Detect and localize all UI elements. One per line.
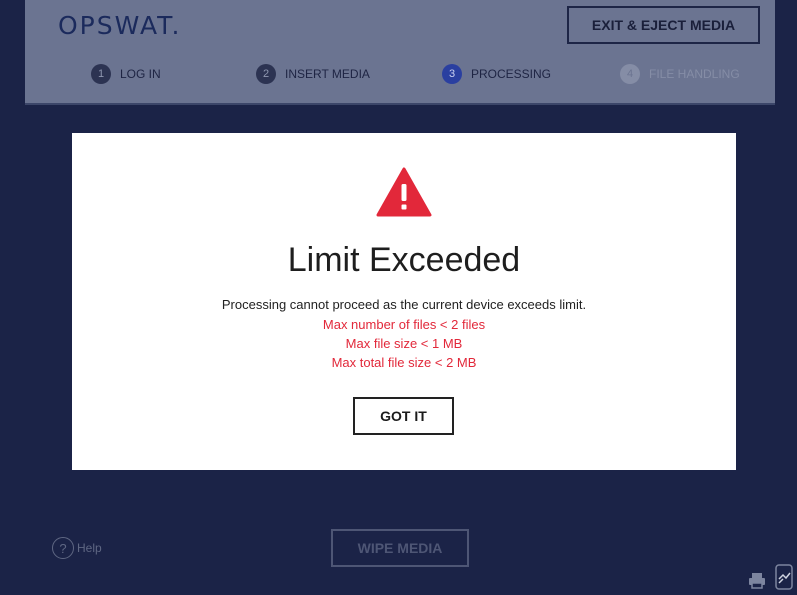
help-link[interactable]: ? Help	[52, 537, 102, 559]
dialog-title: Limit Exceeded	[287, 241, 521, 279]
help-label: Help	[77, 541, 102, 555]
step-log-in: 1 LOG IN	[91, 64, 161, 84]
step-number: 3	[442, 64, 462, 84]
limit-exceeded-dialog: Limit Exceeded Processing cannot proceed…	[72, 133, 736, 470]
progress-steps: 1 LOG IN 2 INSERT MEDIA 3 PROCESSING 4 F…	[25, 64, 775, 90]
corner-tools	[747, 564, 795, 590]
step-label: INSERT MEDIA	[285, 67, 370, 81]
step-number: 4	[620, 64, 640, 84]
device-scan-icon[interactable]	[773, 564, 795, 590]
limit-file-count: Max number of files < 2 files	[322, 317, 486, 332]
help-icon: ?	[52, 537, 74, 559]
step-processing: 3 PROCESSING	[442, 64, 551, 84]
wipe-media-button[interactable]: WIPE MEDIA	[331, 529, 469, 567]
header: OPSWAT. EXIT & EJECT MEDIA 1 LOG IN 2 IN…	[25, 0, 775, 105]
step-label: LOG IN	[120, 67, 161, 81]
step-file-handling: 4 FILE HANDLING	[620, 64, 740, 84]
opswat-logo: OPSWAT.	[58, 11, 181, 40]
logo-dot: .	[171, 11, 182, 40]
step-label: FILE HANDLING	[649, 67, 740, 81]
logo-text: OPSWAT	[58, 11, 172, 40]
exit-eject-media-button[interactable]: EXIT & EJECT MEDIA	[567, 6, 760, 44]
dialog-message: Processing cannot proceed as the current…	[221, 297, 587, 312]
limit-total-size: Max total file size < 2 MB	[331, 355, 477, 370]
step-number: 1	[91, 64, 111, 84]
printer-icon[interactable]	[747, 570, 767, 590]
step-insert-media: 2 INSERT MEDIA	[256, 64, 370, 84]
limit-file-size: Max file size < 1 MB	[345, 336, 463, 351]
got-it-button[interactable]: GOT IT	[353, 397, 454, 435]
warning-triangle-icon	[376, 167, 432, 217]
step-number: 2	[256, 64, 276, 84]
step-label: PROCESSING	[471, 67, 552, 81]
